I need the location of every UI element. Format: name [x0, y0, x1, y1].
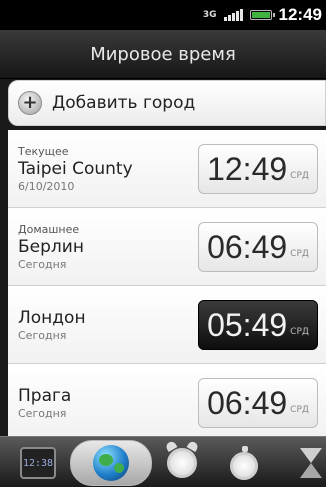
tab-world-clock[interactable] [70, 440, 152, 486]
signal-icon [223, 9, 243, 21]
city-date: Сегодня [18, 329, 67, 342]
city-time-box: 12:49 СРД [198, 144, 318, 194]
status-bar: 3G 12:49 [0, 0, 326, 30]
active-tab-highlight [70, 440, 152, 486]
plus-icon: + [18, 91, 42, 115]
city-date: Сегодня [18, 257, 67, 271]
stopwatch-icon [230, 446, 258, 480]
city-day: СРД [290, 327, 309, 337]
city-note: Текущее [18, 144, 69, 158]
city-day: СРД [290, 405, 309, 415]
city-time: 06:49 [207, 384, 288, 421]
city-name: Taipei County [18, 158, 133, 179]
add-city-label: Добавить город [52, 93, 196, 113]
tab-alarm[interactable] [160, 441, 204, 485]
city-time-box: 06:49 СРД [198, 378, 318, 428]
status-clock: 12:49 [278, 5, 322, 24]
city-time: 05:49 [207, 306, 288, 343]
tab-stopwatch[interactable] [222, 441, 266, 485]
city-time-box: 06:49 СРД [198, 222, 318, 272]
add-city-button[interactable]: + Добавить город [8, 80, 326, 126]
city-note: Домашнее [18, 222, 80, 236]
title-bar: Мировое время [0, 30, 326, 79]
city-date: 6/10/2010 [18, 179, 75, 193]
desk-clock-icon: 12:38 [20, 447, 56, 479]
tab-bar: 12:38 [0, 436, 326, 487]
city-day: СРД [290, 171, 309, 181]
city-name: Прага [18, 386, 72, 406]
alarm-clock-icon [167, 448, 197, 478]
city-date: Сегодня [18, 407, 67, 420]
network-type-label: 3G [202, 10, 217, 20]
city-name: Берлин [18, 236, 84, 257]
city-day: СРД [290, 249, 309, 259]
globe-icon [93, 445, 129, 481]
city-name: Лондон [18, 308, 86, 328]
battery-icon [249, 10, 275, 20]
city-row-berlin[interactable]: Домашнее Берлин Сегодня 06:49 СРД [8, 208, 326, 286]
city-list: Текущее Taipei County 6/10/2010 12:49 СР… [8, 130, 326, 442]
city-time-box: 05:49 СРД [198, 300, 318, 350]
city-row-prague[interactable]: Прага Сегодня 06:49 СРД [8, 364, 326, 442]
city-time: 06:49 [207, 228, 288, 265]
city-row-london[interactable]: Лондон Сегодня 05:49 СРД [8, 286, 326, 364]
tab-clock[interactable]: 12:38 [18, 441, 58, 485]
network-3g-icon: 3G [202, 10, 217, 20]
tab-timer[interactable] [300, 441, 326, 485]
city-row-taipei[interactable]: Текущее Taipei County 6/10/2010 12:49 СР… [8, 130, 326, 208]
desk-clock-display: 12:38 [22, 457, 54, 469]
page-title: Мировое время [90, 43, 236, 65]
city-time: 12:49 [207, 150, 288, 187]
hourglass-icon [300, 446, 322, 480]
